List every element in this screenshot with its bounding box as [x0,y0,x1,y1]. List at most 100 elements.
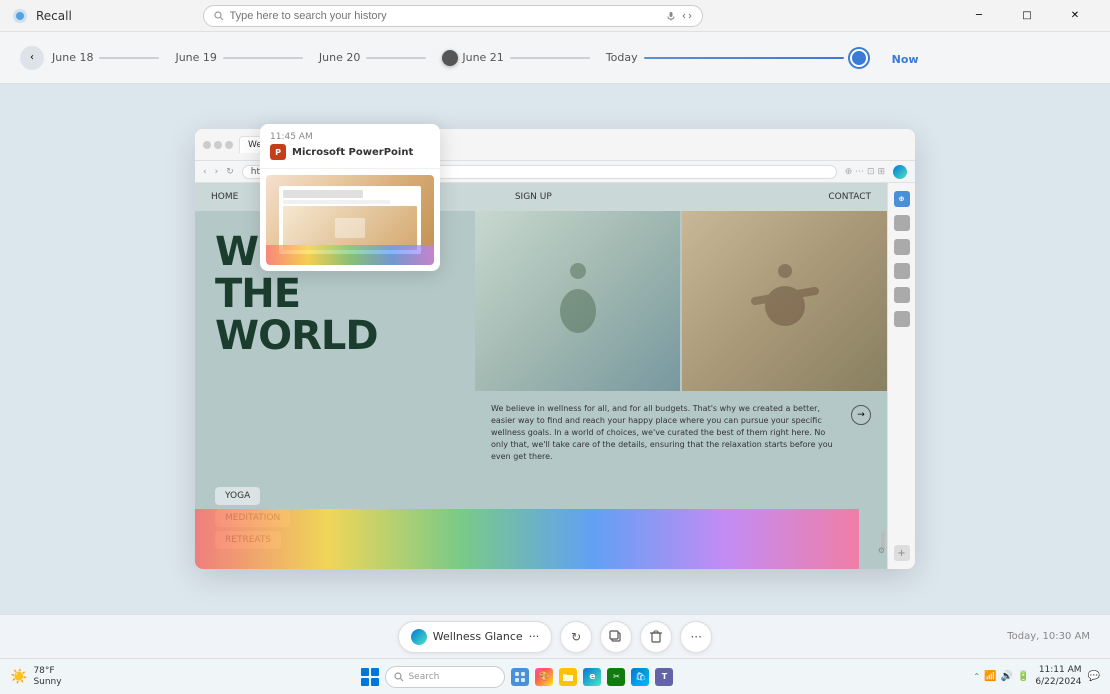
pill-label: Wellness Glance [433,630,523,643]
start-sq-3 [361,678,369,686]
browser-sidebar: ⊕ + [887,183,915,569]
taskbar-weather[interactable]: ☀️ 78°F Sunny [10,666,62,688]
clock-date: 6/22/2024 [1035,677,1081,689]
timeline-date-june21[interactable]: June 21 [462,51,589,64]
search-input[interactable] [230,10,660,22]
delete-action-button[interactable] [640,621,672,653]
timeline-segment [223,57,303,59]
refresh-action-button[interactable]: ↻ [560,621,592,653]
popup-app-name: P Microsoft PowerPoint [270,144,430,160]
timeline-date-today[interactable]: Today [606,49,868,67]
timeline-active-segment [644,57,844,59]
taskbar-app-store[interactable]: 🛍 [631,668,649,686]
refresh-button[interactable]: ↻ [226,167,234,177]
timeline-back-button[interactable]: ‹ [20,46,44,70]
more-action-button[interactable]: ··· [680,621,712,653]
timeline-now-label[interactable]: Now [892,48,919,67]
scroll-settings-icon[interactable]: ⚙ [878,546,885,555]
yoga-silhouette [745,256,825,346]
trash-icon [650,630,662,644]
browser-dot-2 [214,141,222,149]
main-content-area: Wellness Glance ✕ + ‹ › ↻ https://wellne… [0,84,1110,614]
sidebar-icon-1[interactable]: ⊕ [894,191,910,207]
store-icon: 🛍 [635,672,645,681]
taskbar-app-snipping[interactable]: ✂ [607,668,625,686]
start-sq-2 [371,668,379,676]
app-logo-icon [12,8,28,24]
weather-temp: 78°F [33,666,61,677]
read-more-arrow[interactable]: → [851,405,871,425]
menu-yoga[interactable]: YOGA [215,487,260,505]
network-icon[interactable]: 📶 [984,671,996,682]
website-photo-grid [475,211,887,391]
sidebar-icon-4[interactable] [894,263,910,279]
start-button[interactable] [361,668,379,686]
taskbar-app-teams[interactable]: T [655,668,673,686]
copy-icon [609,630,623,644]
sidebar-icon-3[interactable] [894,239,910,255]
clock-time: 11:11 AM [1035,665,1081,677]
timeline-date-june19[interactable]: June 19 [175,51,302,64]
microphone-icon [666,11,676,21]
popup-content[interactable] [260,169,440,271]
sidebar-icon-2[interactable] [894,215,910,231]
taskbar-app-explorer[interactable] [559,668,577,686]
pill-more-icon[interactable]: ··· [529,630,540,643]
website-nav-contact[interactable]: CONTACT [828,192,871,202]
code-icon [682,11,692,21]
taskbar-search[interactable]: Search [385,666,505,688]
ppt-slide-preview [266,175,434,265]
maximize-button[interactable]: □ [1004,0,1050,32]
timeline-date-june18[interactable]: June 18 [52,51,159,64]
timeline-bar: ‹ June 18 June 19 June 20 June 21 Today … [0,32,1110,84]
system-clock[interactable]: 11:11 AM 6/22/2024 [1035,665,1081,688]
edge-taskbar-icon: e [589,672,595,682]
edge-profile-icon [893,165,907,179]
search-icon [214,11,224,21]
popup-header: 11:45 AM P Microsoft PowerPoint [260,124,440,169]
weather-icon: ☀️ [10,669,27,685]
forward-button[interactable]: › [215,167,219,177]
notifications-icon[interactable]: 💬 [1088,671,1100,682]
volume-icon[interactable]: 🔊 [1000,671,1012,682]
browser-traffic-lights [203,141,233,149]
sidebar-icon-5[interactable] [894,287,910,303]
edge-icon [411,629,427,645]
battery-icon[interactable]: 🔋 [1017,671,1029,682]
website-nav-signup[interactable]: SIGN UP [515,192,552,202]
system-icons: ⌃ 📶 🔊 🔋 [973,671,1029,682]
browser-dot-1 [203,141,211,149]
taskbar-app-edge[interactable]: e [583,668,601,686]
copy-action-button[interactable] [600,621,632,653]
source-pill[interactable]: Wellness Glance ··· [398,621,552,653]
browser-toolbar-icons: ⊕ ⋯ ⊡ ⊞ [845,167,885,177]
snipping-icon: ✂ [613,672,620,681]
window-controls: ─ □ ✕ [956,0,1098,32]
start-sq-1 [361,668,369,676]
website-nav-home[interactable]: HOME [211,192,238,202]
titlebar-search-bar[interactable] [203,5,703,27]
taskbar-center: Search 🎨 e ✂ 🛍 [62,666,974,688]
taskbar-app-widgets[interactable] [511,668,529,686]
app-title: Recall [36,9,72,23]
timeline-cursor[interactable] [442,50,458,66]
action-bar: Wellness Glance ··· ↻ ··· Today, 10:30 A… [0,614,1110,658]
taskbar-app-paint[interactable]: 🎨 [535,668,553,686]
chevron-icon[interactable]: ⌃ [973,672,980,681]
weather-info: 78°F Sunny [33,666,61,688]
titlebar: Recall ─ □ ✕ [0,0,1110,32]
back-button[interactable]: ‹ [203,167,207,177]
paint-icon: 🎨 [539,672,550,682]
sidebar-icon-6[interactable] [894,311,910,327]
action-timestamp: Today, 10:30 AM [1007,631,1090,642]
weather-condition: Sunny [33,677,61,688]
powerpoint-popup: 11:45 AM P Microsoft PowerPoint [260,124,440,271]
meditation-silhouette [548,256,608,346]
timeline-date-june20[interactable]: June 20 [319,51,426,64]
minimize-button[interactable]: ─ [956,0,1002,32]
taskbar: ☀️ 78°F Sunny Search [0,658,1110,694]
timeline-segment [366,57,426,59]
close-button[interactable]: ✕ [1052,0,1098,32]
widgets-icon [514,671,526,683]
sidebar-add-icon[interactable]: + [894,545,910,561]
